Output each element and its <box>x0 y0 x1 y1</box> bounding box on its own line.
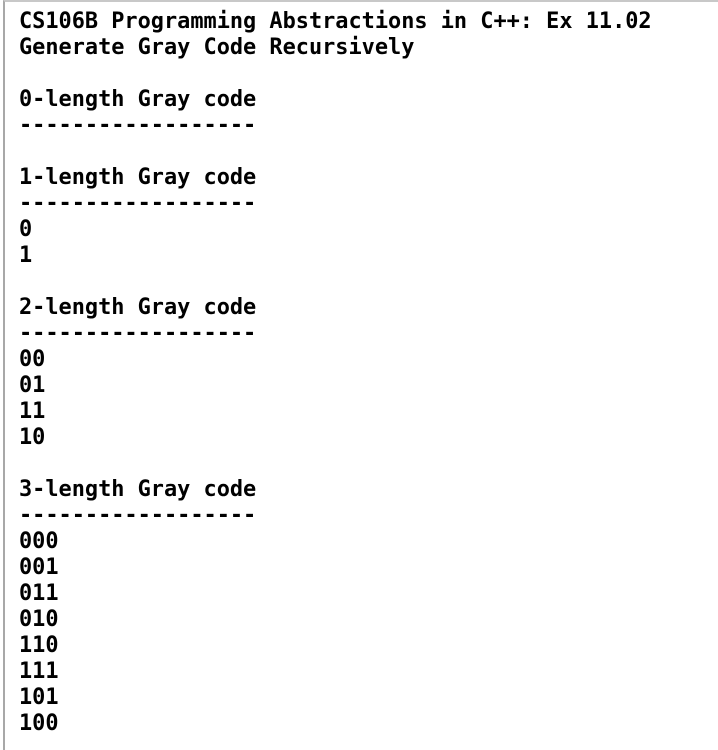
section-heading: 0-length Gray code <box>19 87 257 112</box>
console-line: 10 <box>19 425 46 450</box>
console-line: 1 <box>19 243 33 268</box>
console-line: 011 <box>19 581 59 606</box>
console-line: Generate Gray Code Recursively <box>19 35 415 60</box>
section-heading: 3-length Gray code <box>19 477 257 502</box>
console-line: CS106B Programming Abstractions in C++: … <box>19 9 652 34</box>
console-window: CS106B Programming Abstractions in C++: … <box>3 0 718 750</box>
console-line: 100 <box>19 711 59 736</box>
console-line: 11 <box>19 399 46 424</box>
console-line: 01 <box>19 373 46 398</box>
console-line: 00 <box>19 347 46 372</box>
console-line: 010 <box>19 607 59 632</box>
console-line: 001 <box>19 555 59 580</box>
section-heading: 1-length Gray code <box>19 165 257 190</box>
console-line: 101 <box>19 685 59 710</box>
console-output: CS106B Programming Abstractions in C++: … <box>19 9 652 737</box>
separator-line: ------------------ <box>19 191 257 216</box>
separator-line: ------------------ <box>19 113 257 138</box>
section-heading: 2-length Gray code <box>19 295 257 320</box>
separator-line: ------------------ <box>19 321 257 346</box>
console-line: 000 <box>19 529 59 554</box>
console-line: 110 <box>19 633 59 658</box>
console-line: 111 <box>19 659 59 684</box>
separator-line: ------------------ <box>19 503 257 528</box>
console-line: 0 <box>19 217 33 242</box>
